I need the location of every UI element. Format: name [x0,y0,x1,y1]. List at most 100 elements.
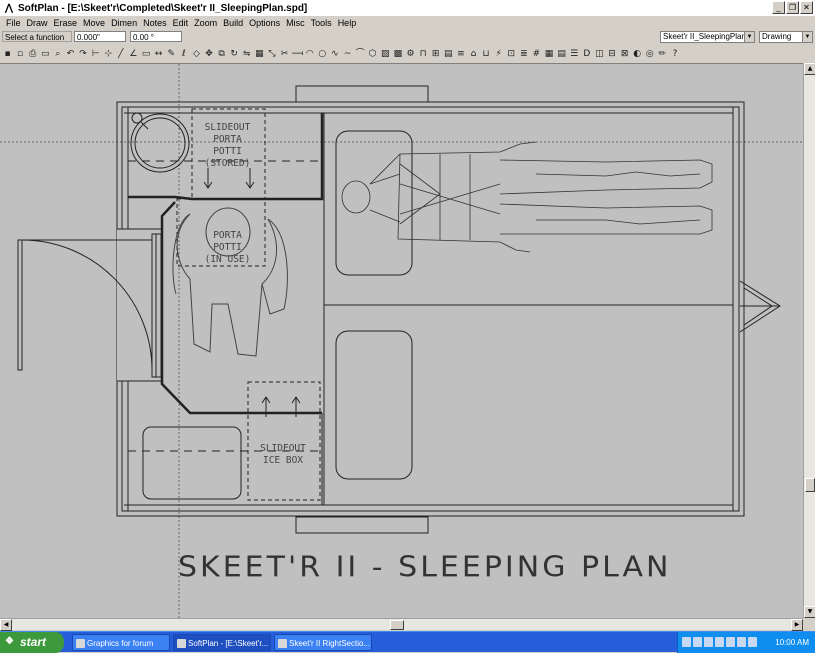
polygon-icon[interactable]: ⬡ [367,48,378,60]
text-icon[interactable]: D [581,48,592,60]
layer-icon[interactable]: ≣ [518,48,529,60]
move-icon[interactable]: ✥ [204,48,215,60]
note-icon[interactable]: ✎ [166,48,177,60]
hatch-icon[interactable]: ▨ [380,48,391,60]
mode-select[interactable]: Drawing ▼ [759,31,813,43]
angle-icon[interactable]: ∠ [128,48,139,60]
antivirus-icon[interactable] [715,637,724,647]
open-icon[interactable]: ▫ [15,48,26,60]
vertical-scroll-thumb[interactable] [805,478,815,492]
window-controls: _ ❐ ✕ [772,1,813,14]
list-icon[interactable]: ☰ [569,48,580,60]
door-icon[interactable]: ⊓ [418,48,429,60]
minimize-button[interactable]: _ [772,1,785,14]
line-icon[interactable]: ╱ [115,48,126,60]
menu-notes[interactable]: Notes [140,18,170,28]
coord-x-field[interactable]: 0.000" [74,31,126,42]
bezier-icon[interactable]: ~ [342,48,353,60]
stair-icon[interactable]: ≡ [455,48,466,60]
horizontal-scrollbar[interactable]: ◀ ▶ [0,618,803,631]
menu-tools[interactable]: Tools [308,18,335,28]
scroll-left-icon[interactable]: ◀ [0,619,12,631]
extend-icon[interactable]: ⟶ [292,48,303,60]
horizontal-scroll-thumb[interactable] [390,620,404,630]
array-icon[interactable]: ▦ [254,48,265,60]
softplan-icon[interactable]: ⋀ [3,2,15,14]
menu-edit[interactable]: Edit [170,18,192,28]
pencil-icon[interactable]: ✏ [657,48,668,60]
roof-icon[interactable]: ⌂ [468,48,479,60]
camera-icon[interactable]: ◎ [644,48,655,60]
copy-icon[interactable]: ⧉ [216,48,227,60]
dimension-icon[interactable]: ↔ [153,48,164,60]
window-icon[interactable]: ⊞ [430,48,441,60]
render-icon[interactable]: ◐ [632,48,643,60]
menu-file[interactable]: File [3,18,24,28]
messenger-icon[interactable] [737,637,746,647]
stretch-icon[interactable]: ⤡ [266,48,277,60]
coord-y-field[interactable]: 0.00 ° [130,31,182,42]
file-select[interactable]: Skeet'r II_SleepingPlan ▼ [660,31,755,43]
table-icon[interactable]: ▦ [544,48,555,60]
mirror-icon[interactable]: ⇋ [241,48,252,60]
trim-icon[interactable]: ✂ [279,48,290,60]
elevation-icon[interactable]: ⊠ [619,48,630,60]
menu-erase[interactable]: Erase [51,18,81,28]
cabinet-icon[interactable]: ▤ [443,48,454,60]
task-softplan[interactable]: SoftPlan - [E:\Skeet'r... [173,634,271,651]
furniture-icon[interactable]: ⊡ [506,48,517,60]
zoom-icon[interactable]: ⌕ [52,48,63,60]
plumbing-icon[interactable]: ⊔ [481,48,492,60]
network-icon[interactable] [682,637,691,647]
vertical-scrollbar[interactable]: ▲ ▼ [803,63,815,618]
menu-build[interactable]: Build [220,18,246,28]
scroll-right-icon[interactable]: ▶ [791,619,803,631]
symbol-icon[interactable]: ⚙ [405,48,416,60]
clock-icon[interactable] [748,637,757,647]
close-button[interactable]: ✕ [800,1,813,14]
view-icon[interactable]: ◫ [594,48,605,60]
chevron-down-icon[interactable]: ▼ [744,32,754,42]
menu-dimen[interactable]: Dimen [108,18,140,28]
chevron-down-icon[interactable]: ▼ [802,32,812,42]
tag-icon[interactable]: ◇ [191,48,202,60]
report-icon[interactable]: ▤ [556,48,567,60]
pattern-icon[interactable]: ▩ [392,48,403,60]
scroll-up-icon[interactable]: ▲ [804,63,815,75]
lying-person-figure [341,141,713,253]
menu-options[interactable]: Options [246,18,283,28]
measure-icon[interactable]: ⊢ [90,48,101,60]
save-icon[interactable]: ▪ [2,48,13,60]
grid-icon[interactable]: # [531,48,542,60]
scroll-down-icon[interactable]: ▼ [804,606,815,618]
circle-icon[interactable]: ○ [317,48,328,60]
curve-icon[interactable]: ∿ [329,48,340,60]
menu-misc[interactable]: Misc [283,18,308,28]
electrical-icon[interactable]: ⚡ [493,48,504,60]
volume-icon[interactable] [693,637,702,647]
undo-icon[interactable]: ↶ [65,48,76,60]
arc-icon[interactable]: ◠ [304,48,315,60]
rotate-icon[interactable]: ↻ [229,48,240,60]
task-skeetr-right-section[interactable]: Skeet'r II RightSectio... [274,634,372,651]
label-icon[interactable]: ℓ [178,48,189,60]
start-button[interactable]: ❖ start [0,632,64,653]
task-graphics-for-forum[interactable]: Graphics for forum [72,634,170,651]
security-icon[interactable] [704,637,713,647]
print-icon[interactable]: ⎙ [27,48,38,60]
section-icon[interactable]: ⊟ [607,48,618,60]
menu-draw[interactable]: Draw [24,18,51,28]
snap-icon[interactable]: ⊹ [103,48,114,60]
preview-icon[interactable]: ▭ [40,48,51,60]
tray-icons [682,637,757,647]
menu-zoom[interactable]: Zoom [191,18,220,28]
menu-move[interactable]: Move [80,18,108,28]
wall-icon[interactable]: ▭ [141,48,152,60]
restore-button[interactable]: ❐ [786,1,799,14]
drawing-canvas[interactable]: SLIDEOUT PORTA POTTI (STORED) PORTA POTT… [0,63,803,618]
redo-icon[interactable]: ↷ [78,48,89,60]
update-icon[interactable] [726,637,735,647]
help-icon[interactable]: ? [669,48,680,60]
fillet-icon[interactable]: ⌒ [355,48,366,60]
menu-help[interactable]: Help [335,18,360,28]
